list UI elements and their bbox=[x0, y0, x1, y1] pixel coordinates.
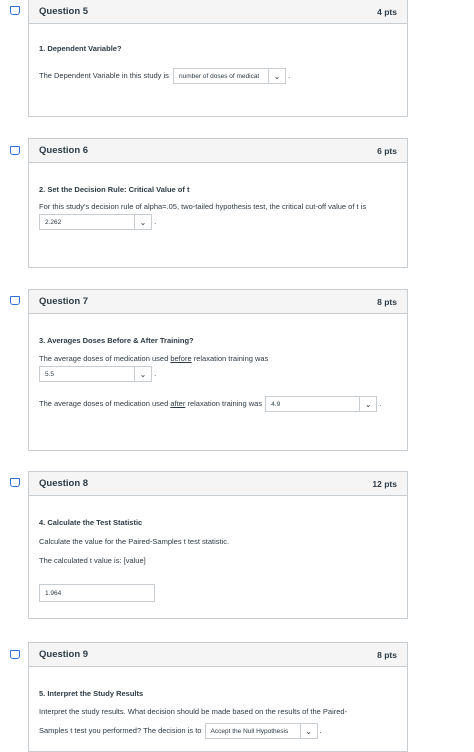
question-card: Question 7 8 pts 3. Averages Doses Befor… bbox=[28, 289, 408, 451]
question-heading: Question 5 bbox=[39, 6, 89, 17]
dropdown-value: Accept the Null Hypothesis bbox=[210, 727, 289, 735]
question-heading: Question 8 bbox=[39, 478, 89, 489]
input-value: 1.964 bbox=[45, 589, 62, 597]
question-body: 3. Averages Doses Before & After Trainin… bbox=[29, 336, 407, 412]
bookmark-flag-icon[interactable] bbox=[10, 146, 20, 155]
question-prompt: The Dependent Variable in this study is … bbox=[39, 68, 397, 84]
dropdown-value: number of doses of medicat bbox=[179, 72, 260, 80]
dropdown-value: 5.5 bbox=[45, 370, 55, 378]
question-body: 4. Calculate the Test Statistic Calculat… bbox=[29, 518, 407, 602]
chevron-down-icon: ⌄ bbox=[359, 397, 376, 411]
question-points: 6 pts bbox=[377, 145, 397, 156]
question-prompt: Interpret the study results. What decisi… bbox=[39, 707, 348, 716]
question-heading: Question 9 bbox=[39, 649, 89, 660]
answer-row: 2.262 ⌄ . bbox=[39, 214, 397, 230]
question-prompt: Calculate the value for the Paired-Sampl… bbox=[39, 537, 230, 546]
question-card: Question 5 4 pts 1. Dependent Variable? … bbox=[28, 0, 408, 117]
bookmark-flag-icon[interactable] bbox=[10, 650, 20, 659]
question-prompt-2: The calculated t value is: [value] bbox=[39, 556, 146, 565]
dropdown-value: 4.9 bbox=[271, 400, 281, 408]
question-header: Question 7 8 pts bbox=[29, 290, 407, 314]
question-card: Question 8 12 pts 4. Calculate the Test … bbox=[28, 471, 408, 619]
question-prompt-before: The average doses of medication used bef… bbox=[39, 354, 269, 363]
question-points: 12 pts bbox=[372, 478, 397, 489]
question-heading: Question 7 bbox=[39, 296, 89, 307]
question-points: 4 pts bbox=[377, 6, 397, 17]
chevron-down-icon: ⌄ bbox=[268, 69, 285, 83]
question-card: Question 6 6 pts 2. Set the Decision Rul… bbox=[28, 138, 408, 268]
chevron-down-icon: ⌄ bbox=[299, 724, 317, 738]
question-points: 8 pts bbox=[377, 649, 397, 660]
bookmark-flag-icon[interactable] bbox=[10, 478, 20, 487]
question-header: Question 5 4 pts bbox=[29, 0, 407, 24]
answer-dropdown[interactable]: Accept the Null Hypothesis ⌄ bbox=[204, 723, 318, 739]
answer-input[interactable]: 1.964 bbox=[39, 584, 155, 602]
question-header: Question 9 8 pts bbox=[29, 643, 407, 667]
answer-dropdown[interactable]: number of doses of medicat ⌄ bbox=[173, 68, 287, 84]
question-header: Question 6 6 pts bbox=[29, 139, 407, 163]
question-title: 4. Calculate the Test Statistic bbox=[39, 518, 143, 527]
question-prompt-after: The average doses of medication used aft… bbox=[39, 396, 397, 412]
question-header: Question 8 12 pts bbox=[29, 472, 407, 496]
answer-dropdown[interactable]: 2.262 ⌄ bbox=[39, 214, 152, 230]
question-title: 3. Averages Doses Before & After Trainin… bbox=[39, 336, 194, 345]
question-title: 2. Set the Decision Rule: Critical Value… bbox=[39, 185, 190, 194]
answer-dropdown-before[interactable]: 5.5 ⌄ bbox=[39, 366, 152, 382]
dropdown-value: 2.262 bbox=[45, 218, 62, 226]
chevron-down-icon: ⌄ bbox=[134, 215, 151, 229]
question-title: 1. Dependent Variable? bbox=[39, 44, 122, 53]
bookmark-flag-icon[interactable] bbox=[10, 296, 20, 305]
question-body: 5. Interpret the Study Results Interpret… bbox=[29, 689, 407, 739]
question-prompt-2: Samples t test you performed? The decisi… bbox=[39, 723, 397, 739]
question-heading: Question 6 bbox=[39, 145, 89, 156]
question-points: 8 pts bbox=[377, 296, 397, 307]
chevron-down-icon: ⌄ bbox=[134, 367, 151, 381]
question-prompt: For this study's decision rule of alpha=… bbox=[39, 202, 367, 211]
answer-dropdown-after[interactable]: 4.9 ⌄ bbox=[265, 396, 378, 412]
question-title: 5. Interpret the Study Results bbox=[39, 689, 144, 698]
answer-row: 5.5 ⌄ . bbox=[39, 366, 397, 382]
question-body: 2. Set the Decision Rule: Critical Value… bbox=[29, 185, 407, 230]
question-card: Question 9 8 pts 5. Interpret the Study … bbox=[28, 642, 408, 752]
question-body: 1. Dependent Variable? The Dependent Var… bbox=[29, 44, 407, 84]
bookmark-flag-icon[interactable] bbox=[10, 6, 20, 15]
